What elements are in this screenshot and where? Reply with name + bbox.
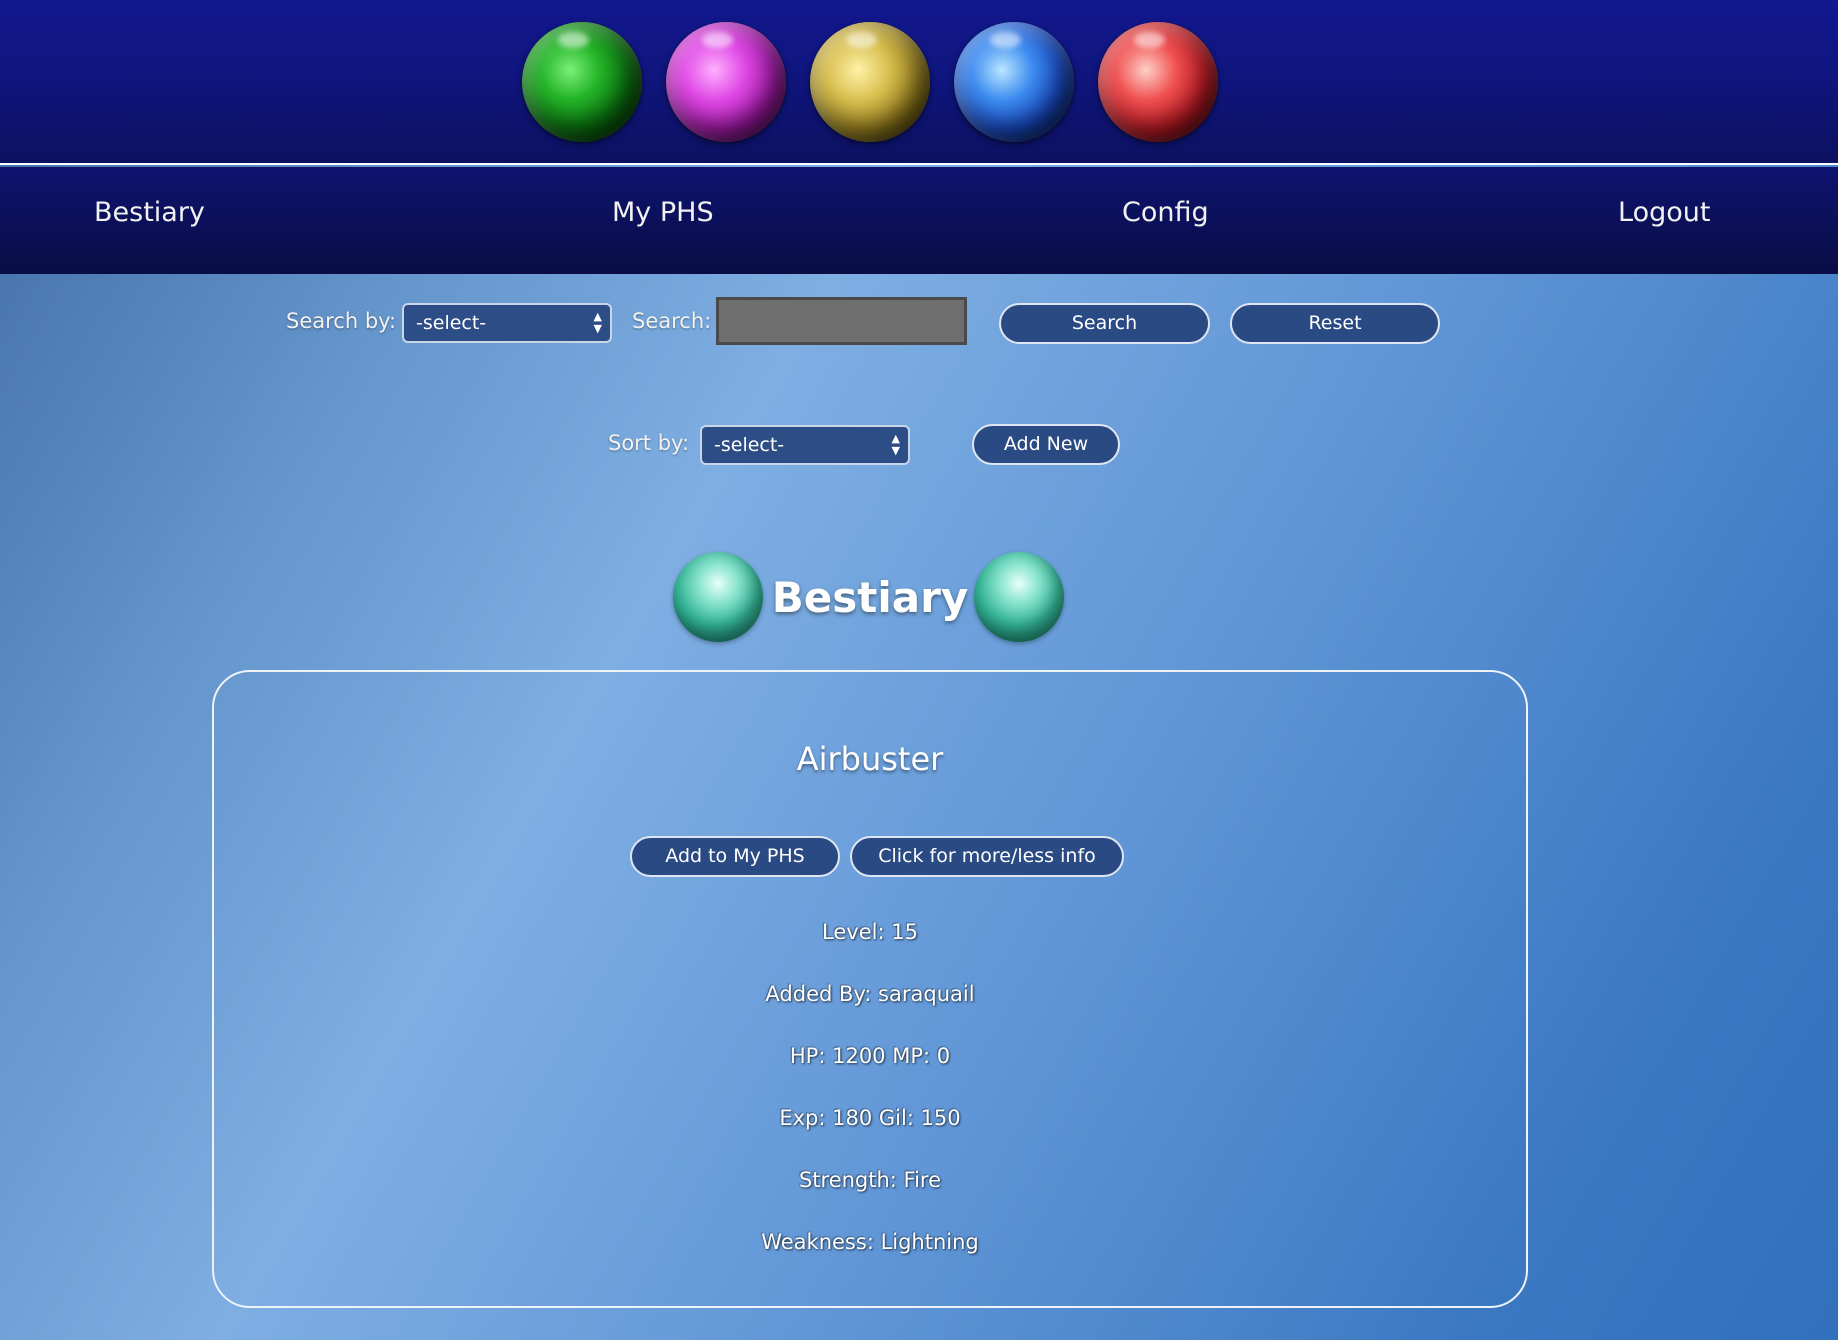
add-to-my-phs-button[interactable]: Add to My PHS xyxy=(630,836,840,877)
sort-by-select[interactable]: -select- ▲ ▼ xyxy=(700,425,910,465)
teal-orb-icon xyxy=(673,552,763,642)
blue-orb-icon xyxy=(954,22,1074,142)
monster-added-by: Added By: saraquail xyxy=(765,982,975,1006)
monster-exp-gil: Exp: 180 Gil: 150 xyxy=(779,1106,961,1130)
search-by-label: Search by: xyxy=(286,309,397,333)
gold-orb-icon xyxy=(810,22,930,142)
sort-by-value: -select- xyxy=(714,434,785,456)
monster-level: Level: 15 xyxy=(822,920,918,944)
monster-hp-mp: HP: 1200 MP: 0 xyxy=(789,1044,951,1068)
add-new-button[interactable]: Add New xyxy=(972,424,1120,465)
nav-my-phs-link[interactable]: My PHS xyxy=(612,197,714,228)
purple-orb-icon xyxy=(666,22,786,142)
search-label: Search: xyxy=(632,309,712,333)
nav-bestiary-link[interactable]: Bestiary xyxy=(94,197,205,228)
search-by-value: -select- xyxy=(416,312,487,334)
reset-button[interactable]: Reset xyxy=(1230,303,1440,344)
orb-header xyxy=(0,0,1838,165)
monster-strength: Strength: Fire xyxy=(798,1168,942,1192)
main-nav: Bestiary My PHS Config Logout xyxy=(0,167,1838,274)
select-arrows-icon: ▲ ▼ xyxy=(593,310,602,335)
search-button[interactable]: Search xyxy=(999,303,1210,344)
more-less-info-button[interactable]: Click for more/less info xyxy=(850,836,1124,877)
red-orb-icon xyxy=(1098,22,1218,142)
nav-config-link[interactable]: Config xyxy=(1122,197,1209,228)
monster-name: Airbuster xyxy=(796,740,944,778)
search-by-select[interactable]: -select- ▲ ▼ xyxy=(402,303,612,343)
search-input[interactable] xyxy=(716,297,967,345)
teal-orb-icon xyxy=(974,552,1064,642)
sort-by-label: Sort by: xyxy=(608,431,690,455)
green-orb-icon xyxy=(522,22,642,142)
select-arrows-icon: ▲ ▼ xyxy=(891,432,900,457)
monster-weakness: Weakness: Lightning xyxy=(761,1230,979,1254)
monster-card: Airbuster Add to My PHS Click for more/l… xyxy=(212,670,1528,1308)
page-title: Bestiary xyxy=(771,573,969,622)
nav-logout-link[interactable]: Logout xyxy=(1618,197,1710,228)
